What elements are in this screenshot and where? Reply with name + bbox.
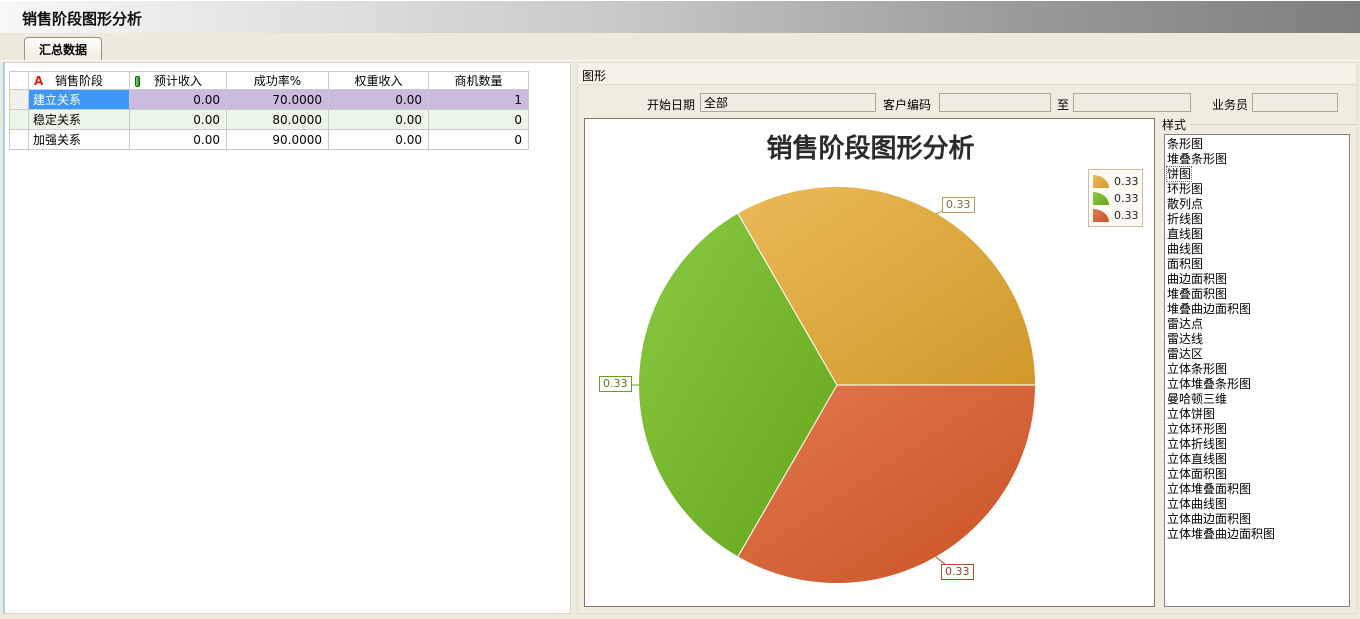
style-item-3d-straight-line[interactable]: 立体直线图 [1167,452,1349,467]
legend-entry: 0.33 [1093,173,1142,190]
style-item-area[interactable]: 面积图 [1167,257,1349,272]
graph-panel: 图形 开始日期 客户编码 至 业务员 销售阶段图形分析 [577,62,1357,614]
cell-expected[interactable]: 0.00 [130,110,227,130]
graph-panel-title: 图形 [582,67,606,84]
start-date-input[interactable] [700,93,876,112]
cell-weighted[interactable]: 0.00 [329,110,429,130]
start-date-label: 开始日期 [647,96,695,113]
cell-rate[interactable]: 70.0000 [227,90,329,110]
cell-weighted[interactable]: 0.00 [329,130,429,150]
style-item-curved-area[interactable]: 曲边面积图 [1167,272,1349,287]
tab-strip: 汇总数据 [0,33,1360,61]
slice-label-green: 0.33 [599,376,632,392]
style-item-3d-curve[interactable]: 立体曲线图 [1167,497,1349,512]
tab-summary-data[interactable]: 汇总数据 [24,37,102,61]
style-item-3d-curved-area[interactable]: 立体曲边面积图 [1167,512,1349,527]
cell-expected[interactable]: 0.00 [130,90,227,110]
style-item-stacked-curved-area[interactable]: 堆叠曲边面积图 [1167,302,1349,317]
table-row[interactable]: 稳定关系 0.00 80.0000 0.00 0 [10,110,529,130]
style-item-curve[interactable]: 曲线图 [1167,242,1349,257]
style-item-radar-point[interactable]: 雷达点 [1167,317,1349,332]
style-item-manhattan-3d[interactable]: 曼哈顿三维 [1167,392,1349,407]
sort-indicator-icon: A [34,74,43,88]
content-divider [0,60,1360,61]
style-item-3d-bar[interactable]: 立体条形图 [1167,362,1349,377]
style-item-scatter[interactable]: 散列点 [1167,197,1349,212]
cell-rate[interactable]: 80.0000 [227,110,329,130]
style-group-rule [1190,124,1356,125]
column-header-opportunity-count[interactable]: 商机数量 [429,72,529,90]
style-item-straight-line[interactable]: 直线图 [1167,227,1349,242]
cell-expected[interactable]: 0.00 [130,130,227,150]
style-item-polyline[interactable]: 折线图 [1167,212,1349,227]
cell-count[interactable]: 1 [429,90,529,110]
style-item-3d-area[interactable]: 立体面积图 [1167,467,1349,482]
style-item-3d-stacked-bar[interactable]: 立体堆叠条形图 [1167,377,1349,392]
salesman-input[interactable] [1252,93,1338,112]
numeric-field-icon [135,76,140,87]
style-item-3d-pie[interactable]: 立体饼图 [1167,407,1349,422]
cell-stage[interactable]: 稳定关系 [29,110,130,130]
legend-swatch-red-icon [1093,209,1109,222]
customer-code-to-input[interactable] [1073,93,1191,112]
table-row[interactable]: 加强关系 0.00 90.0000 0.00 0 [10,130,529,150]
cell-stage[interactable]: 加强关系 [29,130,130,150]
style-item-3d-stacked-area[interactable]: 立体堆叠面积图 [1167,482,1349,497]
chart-legend: 0.33 0.33 0.33 [1088,169,1143,227]
column-header-success-rate[interactable]: 成功率% [227,72,329,90]
legend-entry: 0.33 [1093,207,1142,224]
graph-panel-header: 图形 [578,63,1356,85]
row-selector-header [10,72,29,90]
legend-entry: 0.33 [1093,190,1142,207]
style-item-donut[interactable]: 环形图 [1167,182,1349,197]
table-header-row: A 销售阶段 预计收入 成功率% 权重收入 商机数量 [10,72,529,90]
chart-style-list: 条形图 堆叠条形图 饼图 环形图 散列点 折线图 直线图 曲线图 面积图 曲边面… [1164,134,1350,607]
cell-count[interactable]: 0 [429,110,529,130]
customer-code-label: 客户编码 [883,96,931,113]
legend-swatch-gold-icon [1093,175,1109,188]
cell-count[interactable]: 0 [429,130,529,150]
pie-chart-area: 销售阶段图形分析 0.33 0. [584,118,1155,607]
salesman-label: 业务员 [1212,96,1248,113]
cell-weighted[interactable]: 0.00 [329,90,429,110]
summary-table-panel: A 销售阶段 预计收入 成功率% 权重收入 商机数量 建立关系 0.00 70.… [3,62,571,614]
style-item-stacked-area[interactable]: 堆叠面积图 [1167,287,1349,302]
customer-code-input[interactable] [939,93,1051,112]
table-row[interactable]: 建立关系 0.00 70.0000 0.00 1 [10,90,529,110]
style-item-3d-polyline[interactable]: 立体折线图 [1167,437,1349,452]
slice-label-gold: 0.33 [942,197,975,213]
style-item-radar-line[interactable]: 雷达线 [1167,332,1349,347]
cell-stage[interactable]: 建立关系 [29,90,130,110]
window-title-bar: 销售阶段图形分析 [0,0,1360,33]
column-header-stage[interactable]: A 销售阶段 [29,72,130,90]
style-item-3d-donut[interactable]: 立体环形图 [1167,422,1349,437]
style-item-3d-stacked-curved-area[interactable]: 立体堆叠曲边面积图 [1167,527,1349,542]
column-header-weighted-income[interactable]: 权重收入 [329,72,429,90]
row-selector[interactable] [10,130,29,150]
sales-stage-analysis-window: { "titlebar": { "title": "销售阶段图形分析" }, "… [0,0,1360,619]
style-item-radar-area[interactable]: 雷达区 [1167,347,1349,362]
summary-table: A 销售阶段 预计收入 成功率% 权重收入 商机数量 建立关系 0.00 70.… [9,71,529,150]
style-item-bar[interactable]: 条形图 [1167,137,1349,152]
to-label: 至 [1057,96,1069,113]
row-selector[interactable] [10,110,29,130]
cell-rate[interactable]: 90.0000 [227,130,329,150]
pie-chart [585,119,1156,608]
style-item-pie[interactable]: 饼图 [1167,167,1349,182]
style-group-label: 样式 [1162,116,1186,133]
style-item-stacked-bar[interactable]: 堆叠条形图 [1167,152,1349,167]
legend-swatch-green-icon [1093,192,1109,205]
page-title: 销售阶段图形分析 [22,8,142,29]
slice-label-red: 0.33 [941,564,974,580]
row-selector[interactable] [10,90,29,110]
column-header-expected-income[interactable]: 预计收入 [130,72,227,90]
